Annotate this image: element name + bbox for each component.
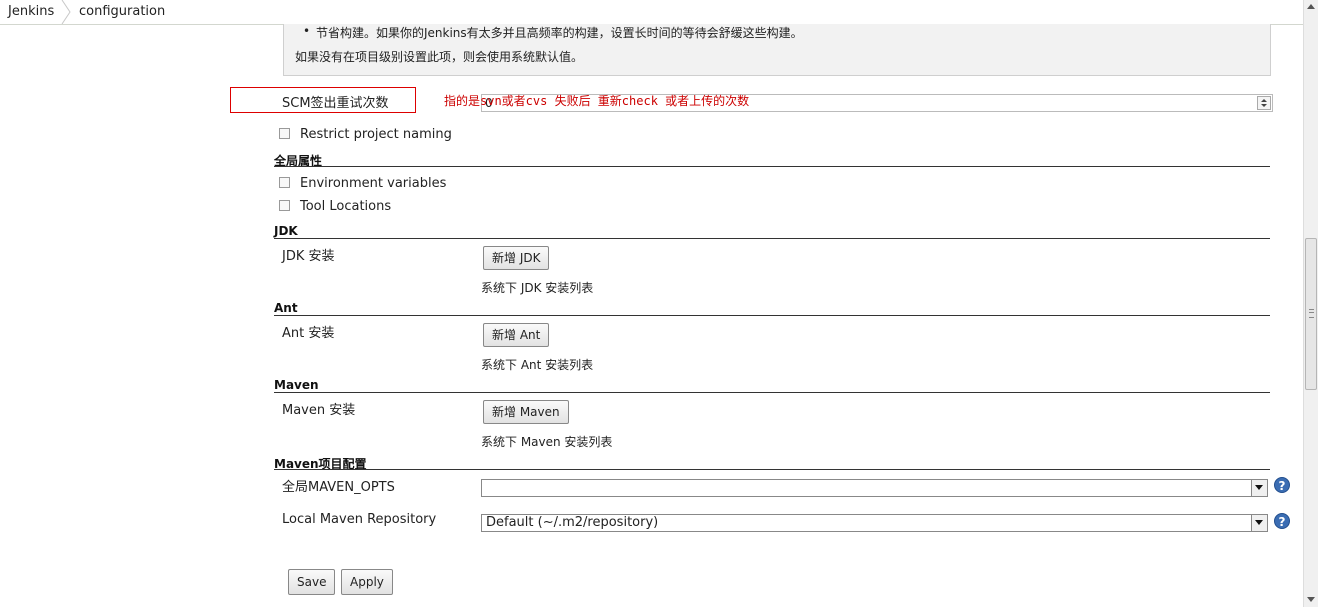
restrict-project-naming-checkbox[interactable] (279, 128, 290, 139)
scm-retry-label: SCM签出重试次数 (282, 96, 389, 111)
maven-hint: 系统下 Maven 安装列表 (481, 435, 613, 449)
ant-install-label: Ant 安装 (282, 326, 335, 341)
environment-variables-label: Environment variables (300, 176, 447, 191)
add-jdk-button[interactable]: 新增 JDK (483, 246, 550, 270)
help-icon[interactable]: ? (1274, 477, 1290, 493)
local-maven-repo-label: Local Maven Repository (282, 512, 437, 527)
scroll-down-icon[interactable] (1304, 593, 1318, 607)
section-divider (274, 166, 1270, 167)
section-divider (274, 469, 1270, 470)
breadcrumb-separator-icon (61, 0, 71, 24)
chevron-down-icon (1251, 480, 1267, 496)
scroll-up-icon[interactable] (1304, 0, 1318, 14)
scm-annotation: 指的是svn或者cvs 失败后 重新check 或者上传的次数 (444, 94, 750, 108)
section-ant: Ant (274, 301, 298, 315)
spinner-arrows-icon (1261, 99, 1267, 107)
section-divider (274, 392, 1270, 393)
section-divider (274, 315, 1270, 316)
maven-opts-select[interactable] (481, 479, 1268, 497)
maven-install-label: Maven 安装 (282, 403, 356, 418)
vertical-scrollbar[interactable] (1303, 0, 1318, 607)
section-jdk: JDK (274, 224, 298, 238)
tool-locations-label: Tool Locations (300, 199, 392, 214)
help-note-text: 如果没有在项目级别设置此项，则会使用系统默认值。 (295, 50, 584, 64)
local-maven-repo-select[interactable]: Default (~/.m2/repository) (481, 514, 1268, 532)
apply-button[interactable]: Apply (341, 569, 393, 595)
breadcrumb-jenkins[interactable]: Jenkins (8, 0, 54, 24)
breadcrumb: Jenkins configuration (0, 0, 1303, 25)
tool-locations-checkbox[interactable] (279, 200, 290, 211)
add-ant-button[interactable]: 新增 Ant (483, 323, 550, 347)
help-panel: 节省构建。如果你的Jenkins有太多并且高频率的构建，设置长时间的等待会舒缓这… (283, 24, 1271, 76)
grip-icon (1309, 309, 1314, 318)
jdk-install-label: JDK 安装 (282, 249, 335, 264)
scrollbar-thumb[interactable] (1305, 238, 1317, 390)
help-icon[interactable]: ? (1274, 513, 1290, 529)
ant-hint: 系统下 Ant 安装列表 (481, 358, 594, 372)
help-bullet-text: 节省构建。如果你的Jenkins有太多并且高频率的构建，设置长时间的等待会舒缓这… (303, 24, 803, 41)
section-divider (274, 238, 1270, 239)
chevron-down-icon (1251, 515, 1267, 531)
jdk-hint: 系统下 JDK 安装列表 (481, 281, 594, 295)
maven-opts-label: 全局MAVEN_OPTS (282, 480, 395, 495)
environment-variables-checkbox[interactable] (279, 177, 290, 188)
local-maven-repo-value: Default (~/.m2/repository) (486, 515, 659, 530)
save-button[interactable]: Save (288, 569, 336, 595)
section-maven: Maven (274, 378, 319, 392)
add-maven-button[interactable]: 新增 Maven (483, 400, 569, 424)
scm-retry-spinner[interactable] (1257, 96, 1271, 110)
breadcrumb-configuration[interactable]: configuration (79, 0, 165, 24)
restrict-project-naming-label: Restrict project naming (300, 127, 452, 142)
